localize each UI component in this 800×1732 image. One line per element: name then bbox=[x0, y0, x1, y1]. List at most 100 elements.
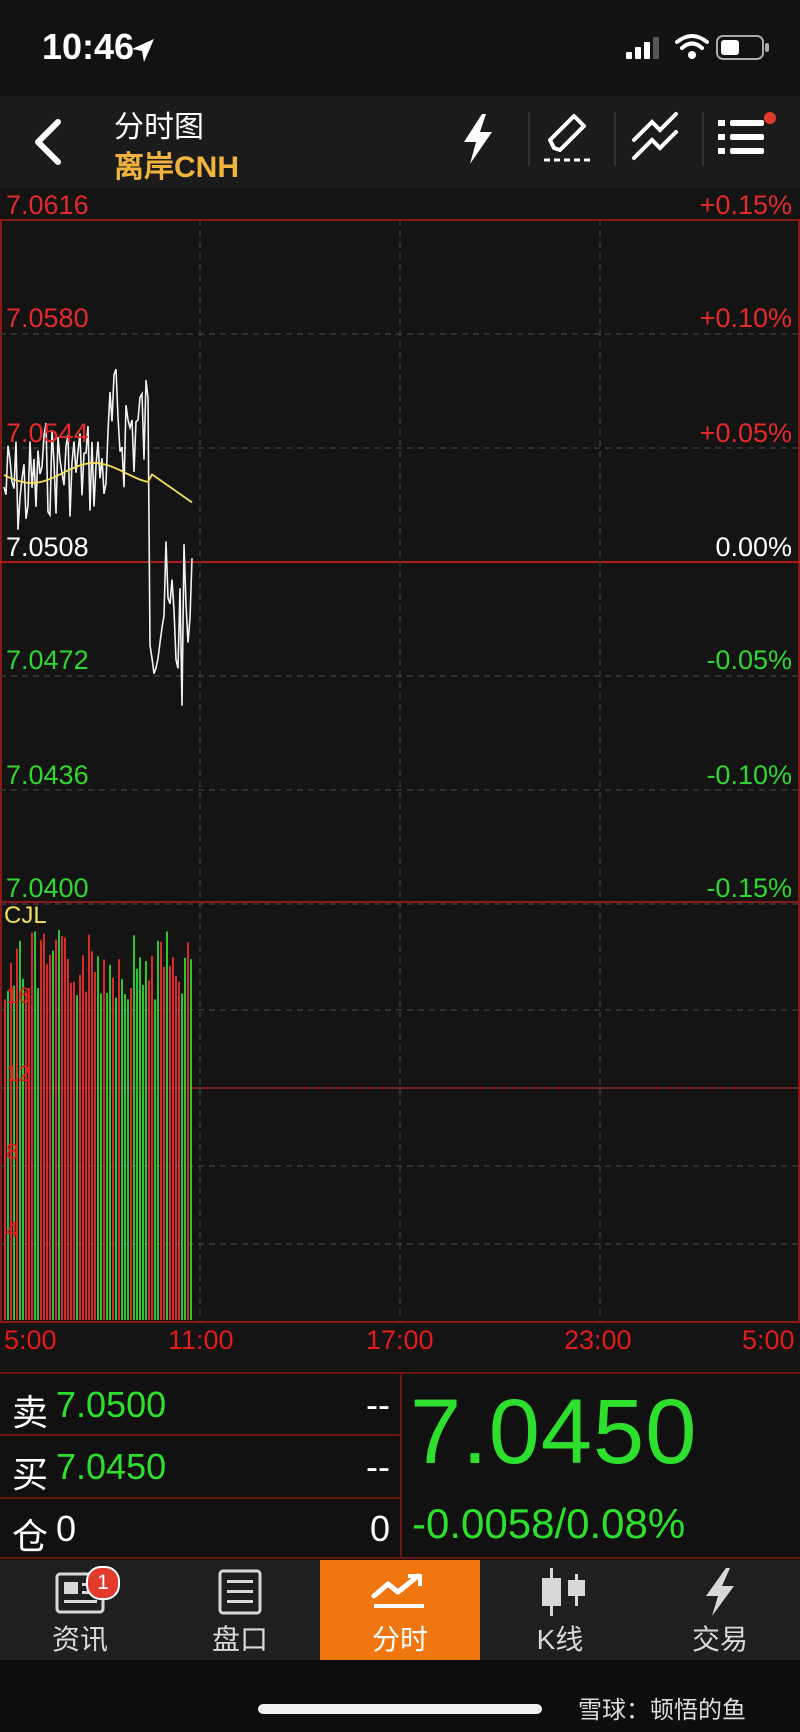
volume-bar bbox=[22, 978, 24, 1320]
sell-price: 7.0500 bbox=[56, 1384, 167, 1425]
volume-bar bbox=[88, 934, 90, 1320]
volume-bar bbox=[190, 959, 192, 1320]
home-indicator[interactable] bbox=[258, 1704, 542, 1714]
volume-bar bbox=[136, 968, 138, 1320]
volume-bar bbox=[154, 999, 156, 1320]
percent-label: +0.15% bbox=[699, 190, 792, 220]
volume-bar bbox=[160, 941, 162, 1320]
volume-bar bbox=[127, 999, 129, 1320]
wifi-icon bbox=[675, 34, 709, 59]
volume-bar bbox=[25, 990, 27, 1320]
volume-axis-label: 8 bbox=[6, 1139, 19, 1164]
draw-pen-icon[interactable] bbox=[540, 110, 594, 166]
volume-bar bbox=[187, 942, 189, 1320]
tab-label: 分时 bbox=[371, 1624, 428, 1655]
price-change: -0.0058/0.08% bbox=[412, 1500, 686, 1547]
tab-label: K线 bbox=[536, 1624, 584, 1655]
tab-label: 盘口 bbox=[211, 1624, 268, 1655]
notification-badge: 1 bbox=[86, 1566, 120, 1600]
volume-bar bbox=[67, 959, 69, 1320]
position-label: 仓 bbox=[12, 1516, 49, 1557]
volume-bar bbox=[58, 930, 60, 1320]
nav-separator bbox=[614, 112, 616, 166]
order-book-icon bbox=[218, 1569, 262, 1615]
instrument-name: 离岸CNH bbox=[114, 151, 239, 184]
menu-icon[interactable] bbox=[716, 112, 778, 162]
volume-bar bbox=[64, 937, 66, 1320]
price-label: 7.0436 bbox=[6, 760, 89, 790]
volume-bar bbox=[139, 957, 141, 1320]
buy-price: 7.0450 bbox=[56, 1446, 167, 1487]
indicator-lines-icon[interactable] bbox=[628, 110, 682, 166]
volume-axis-label: 4 bbox=[6, 1217, 19, 1242]
volume-bar bbox=[112, 977, 114, 1320]
back-button[interactable] bbox=[30, 118, 66, 166]
volume-bar bbox=[55, 939, 57, 1320]
last-price: 7.0450 bbox=[410, 1381, 698, 1483]
time-axis-label: 11:00 bbox=[168, 1325, 234, 1355]
time-axis-label: 23:00 bbox=[564, 1325, 632, 1355]
volume-bar bbox=[103, 959, 105, 1320]
tab-timeshare[interactable]: 分时 bbox=[320, 1560, 480, 1660]
volume-bar bbox=[172, 957, 174, 1320]
volume-bar bbox=[151, 955, 153, 1320]
volume-bar bbox=[184, 957, 186, 1320]
divider bbox=[0, 1434, 400, 1436]
volume-bar bbox=[73, 981, 75, 1320]
position-value: 0 bbox=[56, 1508, 77, 1549]
sell-label: 卖 bbox=[12, 1392, 49, 1433]
price-label: 7.0400 bbox=[6, 873, 89, 903]
lightning-icon[interactable] bbox=[458, 112, 498, 166]
cellular-signal-icon bbox=[626, 37, 659, 59]
volume-bar bbox=[46, 964, 48, 1320]
percent-label: +0.10% bbox=[699, 303, 792, 333]
volume-bar bbox=[76, 995, 78, 1320]
nav-separator bbox=[528, 112, 530, 166]
volume-bar bbox=[61, 936, 63, 1320]
volume-bar bbox=[94, 972, 96, 1320]
volume-bar bbox=[121, 979, 123, 1320]
sell-volume: -- bbox=[366, 1384, 390, 1425]
volume-bar bbox=[49, 954, 51, 1320]
page-title: 分时图 bbox=[114, 111, 204, 144]
time-axis-label: 17:00 bbox=[366, 1325, 434, 1355]
volume-bar bbox=[181, 993, 183, 1320]
volume-bar bbox=[106, 992, 108, 1320]
volume-axis-label: 16 bbox=[6, 983, 31, 1008]
tab-order-book[interactable]: 盘口 bbox=[160, 1560, 320, 1660]
status-time: 10:46 bbox=[42, 26, 135, 67]
candlestick-icon bbox=[542, 1568, 585, 1616]
volume-bar bbox=[124, 994, 126, 1320]
location-arrow-icon bbox=[132, 39, 154, 62]
intraday-chart[interactable] bbox=[0, 188, 800, 1368]
percent-label: -0.10% bbox=[706, 760, 792, 790]
volume-bar bbox=[145, 961, 147, 1320]
trade-lightning-icon bbox=[706, 1568, 734, 1616]
buy-volume: -- bbox=[366, 1446, 390, 1487]
volume-bar bbox=[70, 982, 72, 1320]
percent-label: +0.05% bbox=[699, 418, 792, 448]
volume-bar bbox=[175, 976, 177, 1320]
tab-trade[interactable]: 交易 bbox=[640, 1560, 800, 1660]
volume-bar bbox=[166, 931, 168, 1320]
volume-bar bbox=[91, 951, 93, 1320]
volume-bar bbox=[37, 988, 39, 1320]
volume-bar bbox=[100, 993, 102, 1320]
divider bbox=[0, 1497, 400, 1499]
divider bbox=[0, 1557, 800, 1559]
time-axis-label: 5:00 bbox=[4, 1325, 57, 1355]
volume-bar bbox=[118, 959, 120, 1320]
volume-bar bbox=[31, 932, 33, 1320]
percent-label: -0.05% bbox=[706, 645, 792, 675]
price-label: 7.0616 bbox=[6, 190, 89, 220]
tab-news[interactable]: 资讯 bbox=[0, 1560, 160, 1660]
price-label: 7.0580 bbox=[6, 303, 89, 333]
volume-bar bbox=[85, 991, 87, 1320]
volume-bar bbox=[133, 935, 135, 1320]
tab-kline[interactable]: K线 bbox=[480, 1560, 640, 1660]
buy-label: 买 bbox=[12, 1454, 49, 1495]
volume-bar bbox=[178, 981, 180, 1320]
percent-label: 0.00% bbox=[715, 532, 792, 562]
volume-bar bbox=[148, 980, 150, 1320]
tab-label: 交易 bbox=[691, 1624, 748, 1655]
